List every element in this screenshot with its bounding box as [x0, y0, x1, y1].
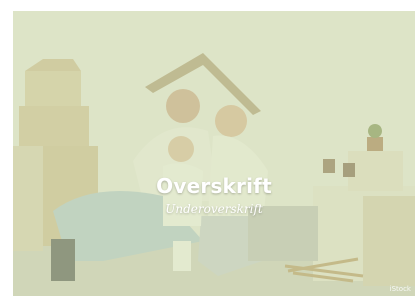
image-credit: iStock [389, 285, 411, 293]
hero-banner: Overskrift Underoverskrift iStock [13, 11, 415, 296]
hero-subtitle: Underoverskrift [165, 202, 263, 216]
color-overlay [13, 11, 415, 296]
hero-title: Overskrift [156, 174, 272, 198]
